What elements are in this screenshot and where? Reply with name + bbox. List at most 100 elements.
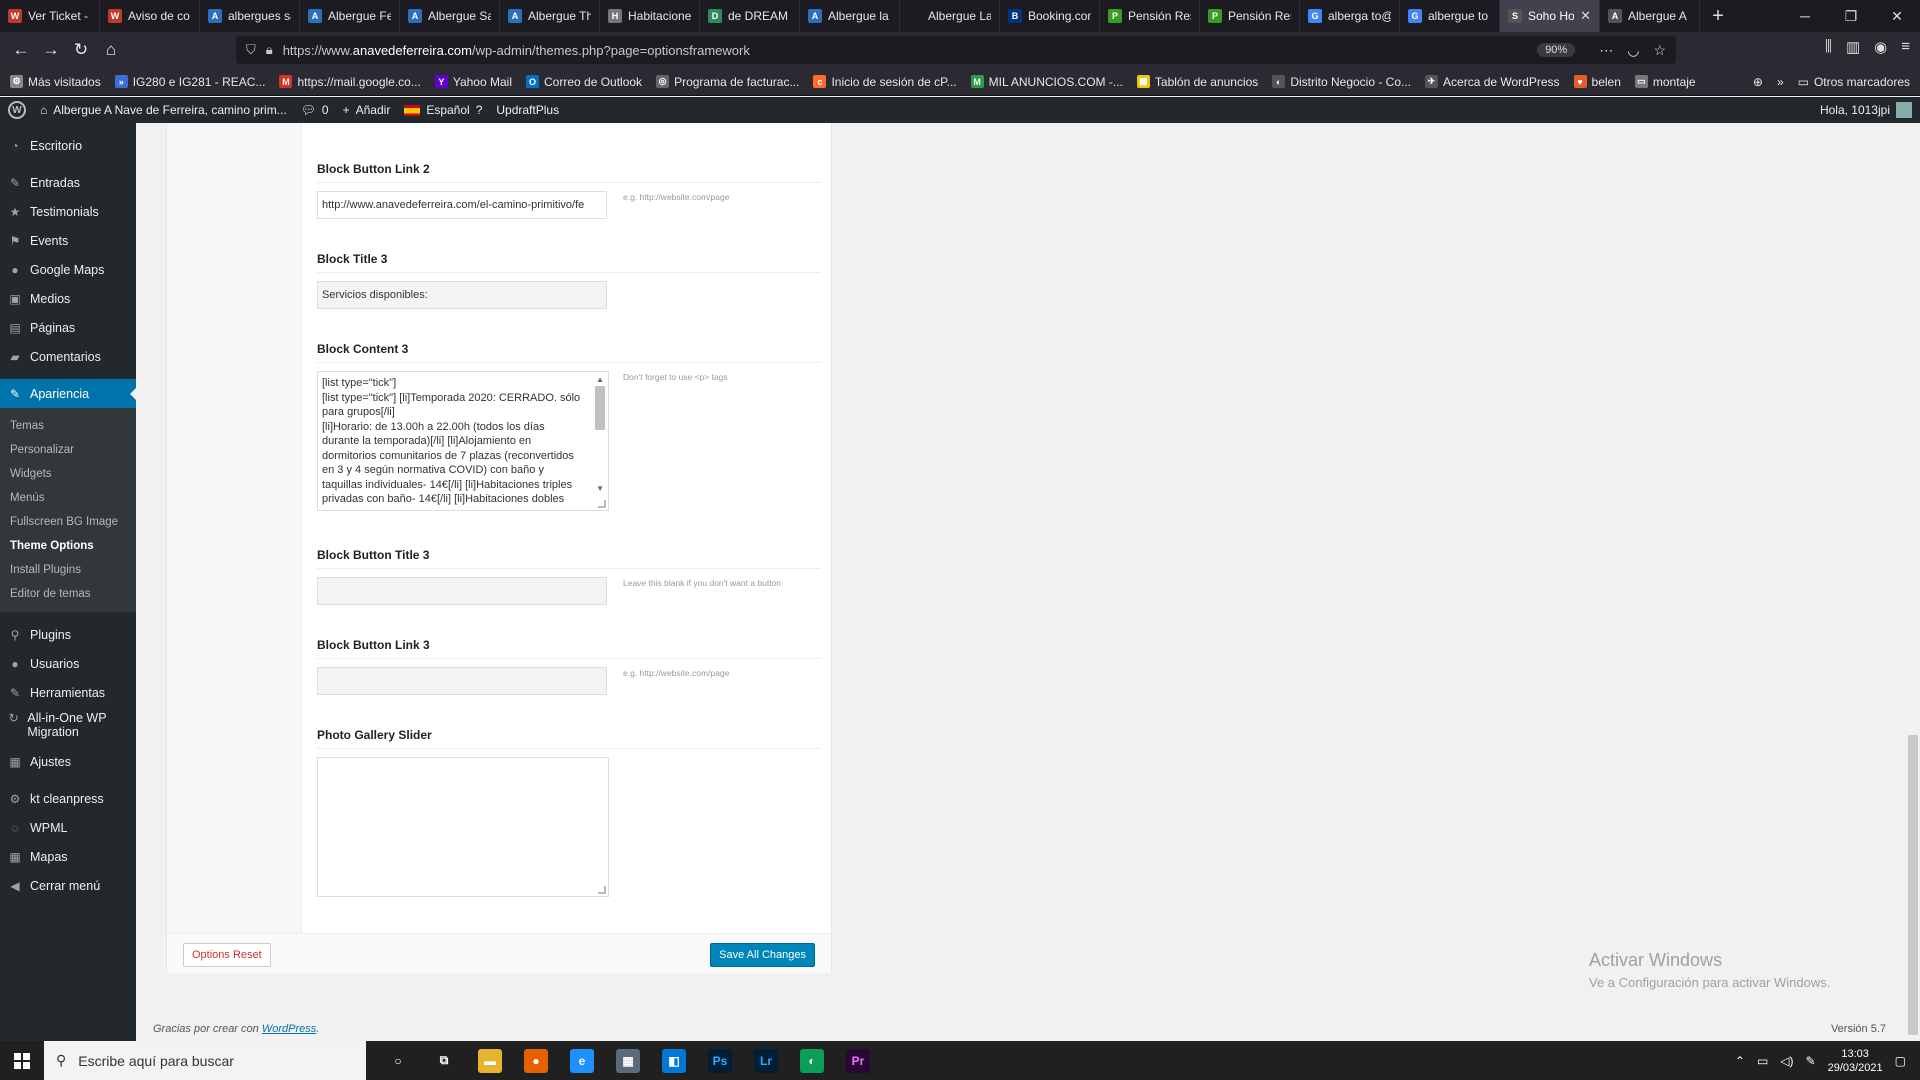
block-button-title-3-input[interactable] <box>317 577 607 605</box>
save-all-changes-button[interactable]: Save All Changes <box>710 943 815 967</box>
lightroom-icon[interactable]: Lr <box>754 1048 778 1073</box>
site-name-link[interactable]: ⌂ Albergue A Nave de Ferreira, camino pr… <box>40 103 287 117</box>
browser-tab[interactable]: S Soho Ho ✕ <box>1500 0 1600 32</box>
block-content-3-textarea[interactable]: [list type="tick"] [list type="tick"] [li… <box>317 371 609 511</box>
file-explorer-icon[interactable]: ▬ <box>478 1048 502 1073</box>
cortana-icon[interactable]: ○ <box>386 1049 410 1073</box>
account-menu[interactable]: Hola, 1013jpi <box>1820 102 1912 118</box>
browser-tab[interactable]: Aalbergues sa <box>200 0 300 32</box>
new-tab-button[interactable]: + <box>1700 0 1736 32</box>
photoshop-icon[interactable]: Ps <box>708 1048 732 1073</box>
sidebar-item-escritorio[interactable]: ◔ Escritorio <box>0 131 136 160</box>
browser-tab[interactable]: A Albergue la <box>800 0 900 32</box>
page-scrollbar-thumb[interactable] <box>1908 735 1918 1035</box>
browser-tab[interactable]: A Albergue A <box>1600 0 1700 32</box>
browser-tab[interactable]: Galberga to@ <box>1300 0 1400 32</box>
back-icon[interactable]: ← <box>6 36 36 64</box>
sidebar-item-apariencia[interactable]: ✎ Apariencia <box>0 379 136 408</box>
submenu-item-widgets[interactable]: Widgets <box>0 462 136 486</box>
close-window-icon[interactable]: ✕ <box>1874 0 1920 32</box>
submenu-item-editor-de-temas[interactable]: Editor de temas <box>0 582 136 606</box>
url-bar[interactable]: ⛉ 🔒︎ https://www.anavedeferreira.com/wp-… <box>236 36 1676 64</box>
reload-icon[interactable]: ↻ <box>66 36 96 64</box>
sidebar-item-mapas[interactable]: ▦ Mapas <box>0 842 136 871</box>
browser-tab[interactable]: W Aviso de co <box>100 0 200 32</box>
scroll-down-icon[interactable]: ▼ <box>596 482 604 497</box>
submenu-item-fullscreen-bg-image[interactable]: Fullscreen BG Image <box>0 510 136 534</box>
browser-tab[interactable]: Galbergue to <box>1400 0 1500 32</box>
browser-tab[interactable]: Dde DREAM <box>700 0 800 32</box>
calculator-icon[interactable]: ▦ <box>616 1048 640 1073</box>
taskbar-search[interactable]: ⚲ Escribe aquí para buscar <box>44 1041 366 1080</box>
submenu-item-install-plugins[interactable]: Install Plugins <box>0 558 136 582</box>
sidebar-item-p-ginas[interactable]: ▤ Páginas <box>0 313 136 342</box>
bookmark-item[interactable]: M MIL ANUNCIOS.COM -... <box>970 75 1123 89</box>
sidebar-item-medios[interactable]: ▣ Medios <box>0 284 136 313</box>
sidebar-item-herramientas[interactable]: ✎ Herramientas <box>0 678 136 707</box>
browser-tab[interactable]: P Pensión Resi <box>1200 0 1300 32</box>
more-actions-icon[interactable]: ⋯ <box>1599 42 1613 59</box>
sidebar-item-cerrar-men-[interactable]: ◀ Cerrar menú <box>0 871 136 900</box>
updraftplus-link[interactable]: UpdraftPlus <box>496 103 559 117</box>
account-icon[interactable]: ◉ <box>1874 38 1887 56</box>
resize-handle-icon[interactable] <box>598 500 606 508</box>
bookmark-item[interactable]: ▦ Tablón de anuncios <box>1136 75 1258 89</box>
sidebar-item-plugins[interactable]: ⚲ Plugins <box>0 620 136 649</box>
zoom-level[interactable]: 90% <box>1537 43 1576 57</box>
bookmark-item[interactable]: » IG280 e IG281 - REAC... <box>114 75 265 89</box>
bookmark-item[interactable]: Y Yahoo Mail <box>434 75 512 89</box>
bookmark-item[interactable]: ◐ Distrito Negocio - Co... <box>1272 75 1411 89</box>
submenu-item-personalizar[interactable]: Personalizar <box>0 438 136 462</box>
close-tab-icon[interactable]: ✕ <box>1580 8 1591 24</box>
browser-tab[interactable]: A Albergue Th <box>500 0 600 32</box>
add-new-link[interactable]: + Añadir <box>343 103 391 117</box>
sidebar-icon[interactable]: ▥ <box>1846 38 1860 56</box>
lock-icon[interactable]: 🔒︎ <box>266 42 273 58</box>
language-switcher[interactable]: Español ? <box>404 103 482 117</box>
resize-handle-icon[interactable] <box>598 886 606 894</box>
notifications-icon[interactable]: ▢ <box>1895 1054 1906 1068</box>
task-view-icon[interactable]: ⧉ <box>432 1049 456 1073</box>
minimize-icon[interactable]: ─ <box>1782 0 1828 32</box>
options-reset-button[interactable]: Options Reset <box>183 943 271 967</box>
tray-chevron-icon[interactable]: ⌃ <box>1735 1054 1745 1068</box>
bookmark-item[interactable]: ✈ Acerca de WordPress <box>1425 75 1560 89</box>
menu-icon[interactable]: ≡ <box>1901 38 1910 56</box>
submenu-item-theme-options[interactable]: Theme Options <box>0 534 136 558</box>
sidebar-item-entradas[interactable]: ✎ Entradas <box>0 168 136 197</box>
forward-icon[interactable]: → <box>36 36 66 64</box>
help-icon[interactable]: ? <box>476 103 483 117</box>
wordpress-link[interactable]: WordPress <box>262 1023 316 1035</box>
pen-icon[interactable]: ✎ <box>1806 1054 1816 1068</box>
sidebar-item-all-in-one-wp-migration[interactable]: ↻ All-in-One WP Migration <box>0 707 136 747</box>
internet-explorer-icon[interactable]: e <box>570 1048 594 1073</box>
wordpress-logo-icon[interactable]: W <box>8 101 26 119</box>
textarea-scrollbar-thumb[interactable] <box>595 386 605 430</box>
submenu-item-temas[interactable]: Temas <box>0 414 136 438</box>
home-icon[interactable]: ⌂ <box>96 36 126 64</box>
bookmark-item[interactable]: ◎ Programa de facturac... <box>656 75 799 89</box>
bookmark-item[interactable]: ▭ montaje <box>1634 75 1696 89</box>
browser-tab[interactable]: A Albergue Fe <box>300 0 400 32</box>
clock[interactable]: 13:03 29/03/2021 <box>1828 1047 1883 1075</box>
bookmark-item[interactable]: Mhttps://mail.google.co... <box>279 75 421 89</box>
bookmark-item[interactable]: ♥ belen <box>1573 75 1621 89</box>
bookmark-star-icon[interactable]: ☆ <box>1653 42 1666 59</box>
store-icon[interactable]: ◧ <box>662 1048 686 1073</box>
browser-tab[interactable]: Albergue La Esta <box>900 0 1000 32</box>
block-button-link-3-input[interactable] <box>317 667 607 695</box>
pocket-icon[interactable]: ◡ <box>1627 42 1639 59</box>
scroll-up-icon[interactable]: ▲ <box>596 373 604 388</box>
submenu-item-men-s[interactable]: Menús <box>0 486 136 510</box>
bookmark-globe-icon[interactable]: ⊕ <box>1753 75 1763 89</box>
comments-link[interactable]: 💬︎ 0 <box>301 103 329 117</box>
photo-gallery-slider-textarea[interactable] <box>317 757 609 897</box>
bookmark-item[interactable]: O Correo de Outlook <box>526 75 642 89</box>
sidebar-item-comentarios[interactable]: ▰ Comentarios <box>0 342 136 371</box>
browser-tab[interactable]: A Albergue Sa <box>400 0 500 32</box>
browser-tab[interactable]: B Booking.com <box>1000 0 1100 32</box>
sidebar-item-google-maps[interactable]: ● Google Maps <box>0 255 136 284</box>
library-icon[interactable]: ⫼ <box>1825 38 1832 56</box>
block-title-3-input[interactable]: Servicios disponibles: <box>317 281 607 309</box>
sidebar-item-usuarios[interactable]: ● Usuarios <box>0 649 136 678</box>
